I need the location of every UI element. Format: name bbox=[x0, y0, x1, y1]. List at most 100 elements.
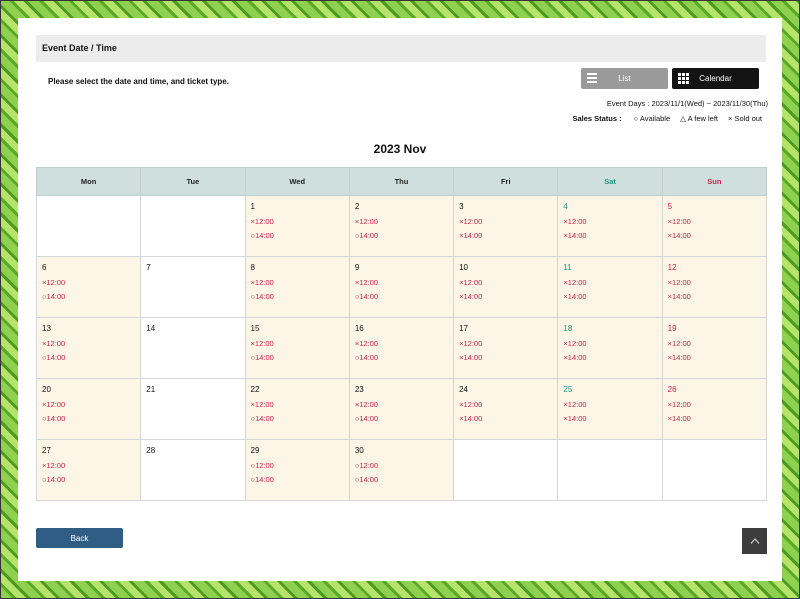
time-slot[interactable]: ×12:00 bbox=[42, 278, 136, 287]
time-slot[interactable]: ○14:00 bbox=[42, 292, 136, 301]
time-slot[interactable]: ○14:00 bbox=[251, 414, 345, 423]
time-slot[interactable]: ×12:00 bbox=[668, 400, 762, 409]
scroll-top-button[interactable] bbox=[742, 528, 767, 554]
main-panel: Event Date / Time Please select the date… bbox=[18, 18, 782, 581]
time-slot[interactable]: ×12:00 bbox=[355, 278, 449, 287]
calendar-day-cell[interactable]: 15 ×12:00 ○14:00 bbox=[244, 317, 350, 379]
calendar-view-button[interactable]: Calendar bbox=[672, 68, 759, 89]
calendar-day-cell[interactable]: 8 ×12:00 ○14:00 bbox=[244, 256, 350, 318]
time-slot[interactable]: ×14:00 bbox=[668, 231, 762, 240]
calendar-day-cell[interactable]: 6 ×12:00 ○14:00 bbox=[35, 256, 142, 318]
time-slot[interactable]: ×12:00 bbox=[42, 400, 136, 409]
day-number: 3 bbox=[459, 202, 464, 211]
time-slot[interactable]: ×12:00 bbox=[563, 339, 657, 348]
calendar-day-cell[interactable]: 20 ×12:00 ○14:00 bbox=[35, 378, 142, 440]
time-slot[interactable]: ○14:00 bbox=[355, 475, 449, 484]
time-slot[interactable]: ×12:00 bbox=[668, 278, 762, 287]
day-number: 7 bbox=[146, 263, 151, 272]
calendar-day-cell[interactable]: 19 ×12:00 ×14:00 bbox=[661, 317, 768, 379]
calendar-day-cell[interactable]: 24 ×12:00 ×14:00 bbox=[453, 378, 559, 440]
time-slot[interactable]: ×14:00 bbox=[563, 292, 657, 301]
time-slot[interactable]: ○12:00 bbox=[251, 461, 345, 470]
time-slot[interactable]: ○14:00 bbox=[251, 353, 345, 362]
back-button[interactable]: Back bbox=[36, 528, 123, 548]
calendar-day-cell[interactable]: 16 ×12:00 ○14:00 bbox=[348, 317, 455, 379]
time-slot[interactable]: ×14:00 bbox=[668, 292, 762, 301]
calendar-day-cell[interactable]: 18 ×12:00 ×14:00 bbox=[557, 317, 663, 379]
time-slot[interactable]: ○14:00 bbox=[42, 414, 136, 423]
calendar-week-row: 13 ×12:00 ○14:00 14 15 ×12:00 ○14:00 16 ×12:00 ○1… bbox=[35, 317, 768, 379]
time-slot[interactable]: ×12:00 bbox=[251, 217, 345, 226]
time-slot[interactable]: ×12:00 bbox=[563, 400, 657, 409]
calendar-day-cell[interactable]: 13 ×12:00 ○14:00 bbox=[35, 317, 142, 379]
time-slot[interactable]: ×12:00 bbox=[355, 339, 449, 348]
time-slot[interactable]: ×14:00 bbox=[459, 231, 553, 240]
time-slot[interactable]: ×14:00 bbox=[563, 231, 657, 240]
time-slot[interactable]: ×14:00 bbox=[563, 353, 657, 362]
time-slot[interactable]: ○12:00 bbox=[355, 461, 449, 470]
list-view-button[interactable]: List bbox=[581, 68, 668, 89]
day-number: 1 bbox=[250, 202, 255, 211]
calendar-day-cell[interactable]: 22 ×12:00 ○14:00 bbox=[244, 378, 350, 440]
calendar-day-cell[interactable]: 17 ×12:00 ×14:00 bbox=[453, 317, 559, 379]
time-slot[interactable]: ×14:00 bbox=[459, 353, 553, 362]
time-slot[interactable]: ×12:00 bbox=[563, 217, 657, 226]
weekday-sun: Sun bbox=[661, 167, 768, 196]
calendar-empty-cell bbox=[661, 439, 768, 501]
day-number: 5 bbox=[667, 202, 673, 211]
calendar-day-cell[interactable]: 5 ×12:00 ×14:00 bbox=[661, 195, 768, 257]
time-slot[interactable]: ×12:00 bbox=[42, 461, 136, 470]
calendar-day-cell: 21 bbox=[140, 378, 246, 440]
time-slot[interactable]: ×12:00 bbox=[459, 400, 553, 409]
day-number: 25 bbox=[563, 385, 573, 394]
time-slot[interactable]: ×12:00 bbox=[459, 217, 553, 226]
time-slot[interactable]: ○14:00 bbox=[355, 231, 449, 240]
time-slot[interactable]: ×14:00 bbox=[563, 414, 657, 423]
time-slot[interactable]: ×12:00 bbox=[668, 217, 762, 226]
calendar-day-cell[interactable]: 25 ×12:00 ×14:00 bbox=[557, 378, 663, 440]
calendar-day-cell[interactable]: 29 ○12:00 ○14:00 bbox=[244, 439, 350, 501]
calendar-day-cell[interactable]: 27 ×12:00 ○14:00 bbox=[35, 439, 142, 501]
time-slot[interactable]: ×12:00 bbox=[251, 339, 345, 348]
calendar-day-cell[interactable]: 1 ×12:00 ○14:00 bbox=[244, 195, 350, 257]
calendar-day-cell[interactable]: 23 ×12:00 ○14:00 bbox=[348, 378, 455, 440]
time-slot[interactable]: ○14:00 bbox=[42, 353, 136, 362]
calendar-day-cell[interactable]: 3 ×12:00 ×14:00 bbox=[453, 195, 559, 257]
time-slot[interactable]: ×14:00 bbox=[459, 414, 553, 423]
calendar-day-cell[interactable]: 2 ×12:00 ○14:00 bbox=[348, 195, 455, 257]
calendar-day-cell[interactable]: 11 ×12:00 ×14:00 bbox=[557, 256, 663, 318]
time-slot[interactable]: ×14:00 bbox=[668, 353, 762, 362]
time-slot[interactable]: ×12:00 bbox=[42, 339, 136, 348]
day-number: 18 bbox=[563, 324, 573, 333]
time-slot[interactable]: ×12:00 bbox=[459, 339, 553, 348]
time-slot[interactable]: ×12:00 bbox=[563, 278, 657, 287]
day-number: 26 bbox=[667, 385, 677, 394]
time-slot[interactable]: ○14:00 bbox=[251, 475, 345, 484]
calendar-day-cell[interactable]: 4 ×12:00 ×14:00 bbox=[557, 195, 663, 257]
calendar-week-row: 1 ×12:00 ○14:00 2 ×12:00 ○14:00 3 ×12:00 ×14:00 4… bbox=[35, 195, 768, 257]
time-slot[interactable]: ×12:00 bbox=[251, 400, 345, 409]
calendar-day-cell[interactable]: 9 ×12:00 ○14:00 bbox=[348, 256, 455, 318]
time-slot[interactable]: ○14:00 bbox=[355, 353, 449, 362]
time-slot[interactable]: ×14:00 bbox=[668, 414, 762, 423]
time-slot[interactable]: ×12:00 bbox=[459, 278, 553, 287]
time-slot[interactable]: ×12:00 bbox=[668, 339, 762, 348]
time-slot[interactable]: ○14:00 bbox=[355, 414, 449, 423]
time-slot[interactable]: ×14:00 bbox=[459, 292, 553, 301]
weekday-header-row: Mon Tue Wed Thu Fri Sat Sun bbox=[35, 167, 768, 196]
calendar-day-cell[interactable]: 12 ×12:00 ×14:00 bbox=[661, 256, 768, 318]
month-title: 2023 Nov bbox=[373, 142, 427, 156]
time-slot[interactable]: ×12:00 bbox=[355, 217, 449, 226]
weekday-mon: Mon bbox=[35, 167, 142, 196]
time-slot[interactable]: ○14:00 bbox=[251, 231, 345, 240]
calendar-day-cell[interactable]: 30 ○12:00 ○14:00 bbox=[348, 439, 455, 501]
day-number: 12 bbox=[667, 263, 677, 272]
calendar-day-cell[interactable]: 10 ×12:00 ×14:00 bbox=[453, 256, 559, 318]
chevron-up-icon bbox=[750, 538, 759, 544]
time-slot[interactable]: ○14:00 bbox=[355, 292, 449, 301]
time-slot[interactable]: ○14:00 bbox=[251, 292, 345, 301]
time-slot[interactable]: ×12:00 bbox=[355, 400, 449, 409]
time-slot[interactable]: ○14:00 bbox=[42, 475, 136, 484]
time-slot[interactable]: ×12:00 bbox=[251, 278, 345, 287]
calendar-day-cell[interactable]: 26 ×12:00 ×14:00 bbox=[661, 378, 768, 440]
